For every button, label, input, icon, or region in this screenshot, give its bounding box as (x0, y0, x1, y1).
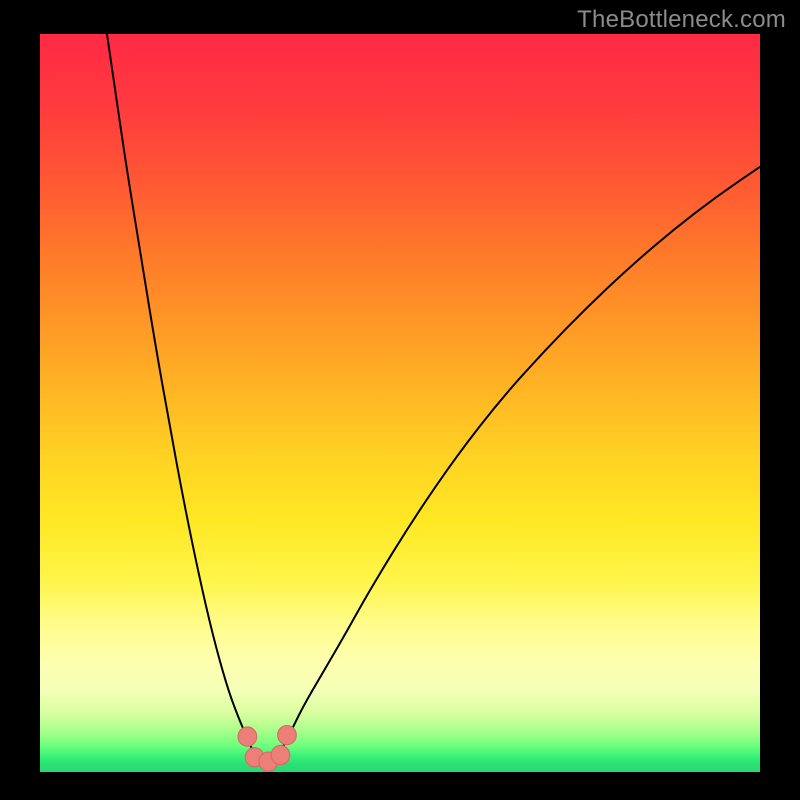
data-marker (271, 745, 290, 764)
watermark-text: TheBottleneck.com (577, 6, 786, 34)
data-marker (238, 727, 257, 746)
figure-container: TheBottleneck.com (0, 0, 800, 800)
chart-overlay (40, 34, 760, 772)
left-curve (105, 34, 253, 750)
data-marker (278, 726, 297, 745)
plot-area (40, 34, 760, 772)
right-curve (281, 167, 760, 750)
